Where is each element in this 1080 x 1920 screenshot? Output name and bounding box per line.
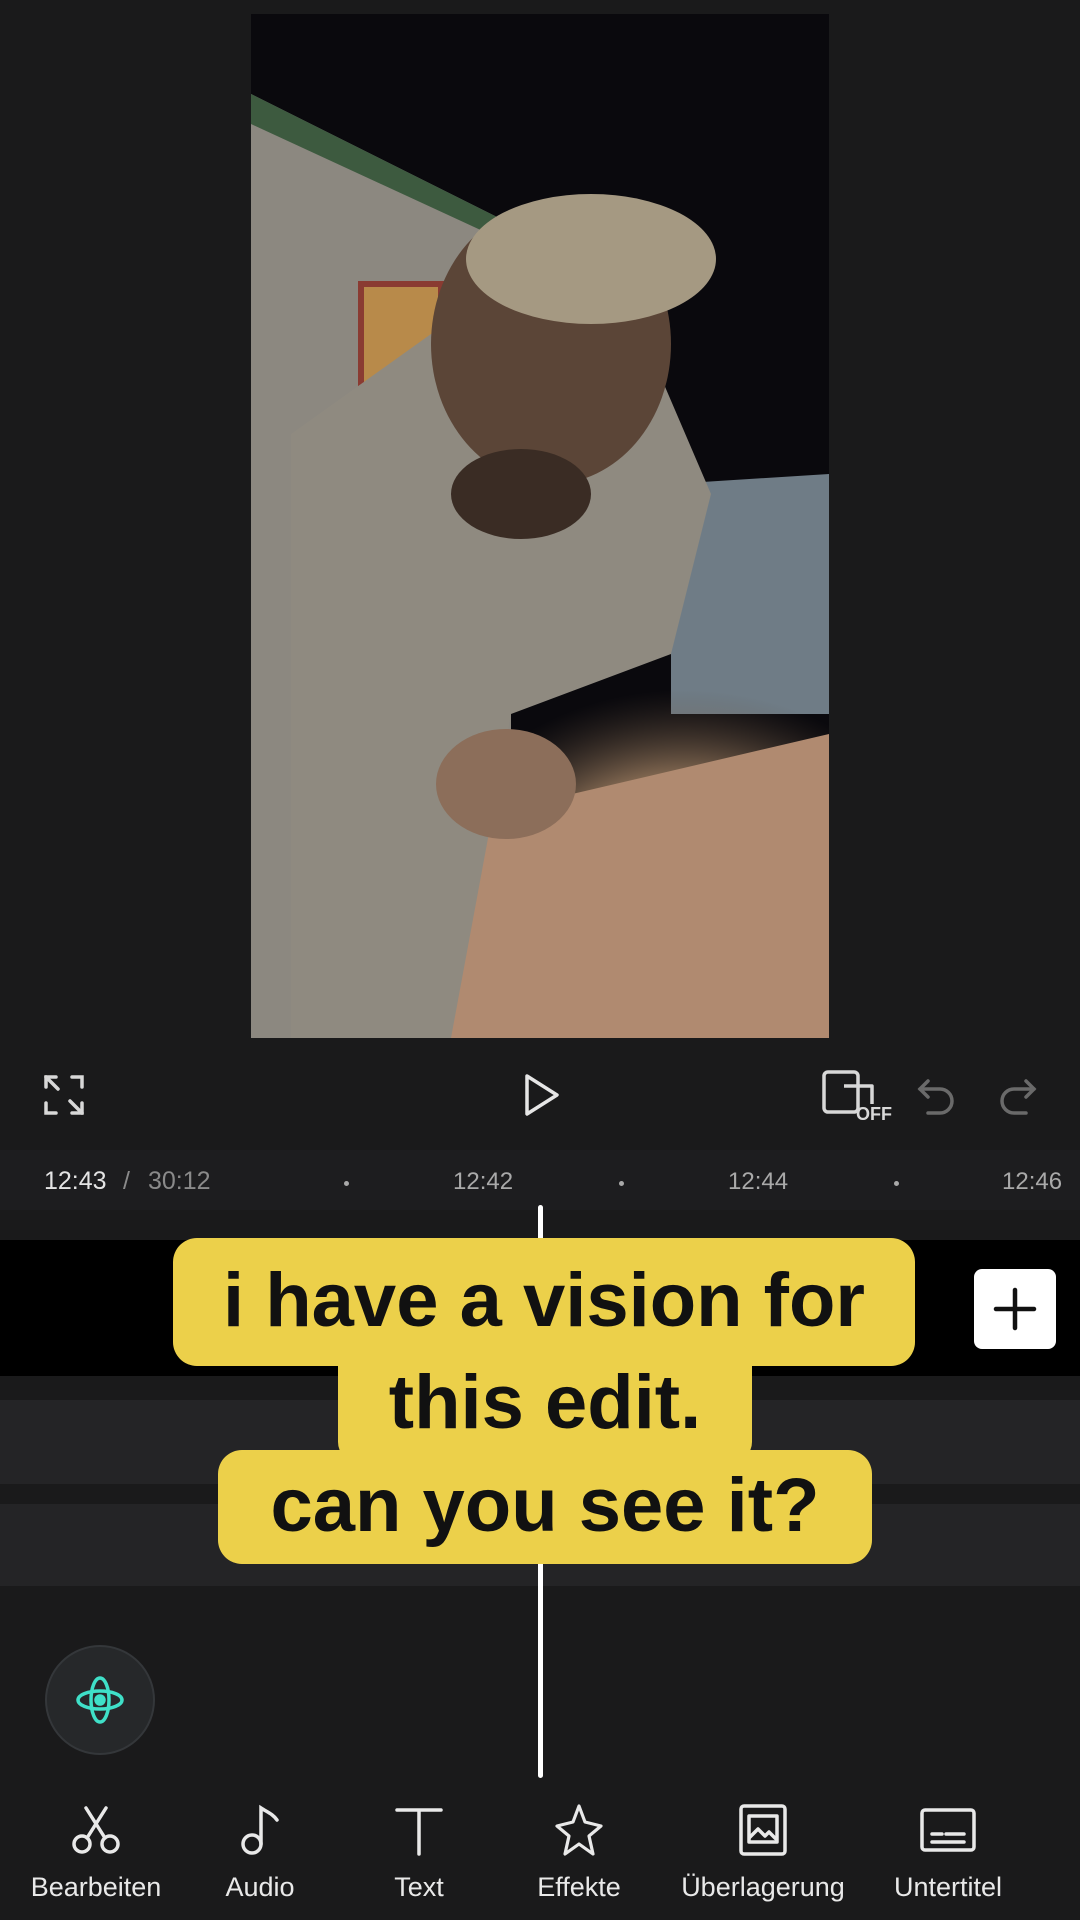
video-frame-image [251, 14, 829, 1038]
tool-audio[interactable]: Audio [170, 1800, 350, 1903]
bottom-toolbar: Bearbeiten Audio Text Effekte Überlageru… [0, 1800, 1080, 1920]
ruler-dot [894, 1181, 899, 1186]
subtitles-icon [920, 1808, 976, 1852]
fullscreen-icon[interactable] [34, 1065, 94, 1125]
ruler-tick-label: 12:42 [453, 1168, 514, 1195]
plus-icon [993, 1287, 1037, 1331]
pip-off-icon[interactable]: OFF [820, 1066, 892, 1126]
tool-ueberlagerung[interactable]: Überlagerung [673, 1800, 853, 1903]
timeline-ruler[interactable]: 12:43 / 30:12 12:42 12:44 12:46 [0, 1150, 1080, 1210]
sparkle-star-icon [555, 1804, 603, 1856]
redo-icon[interactable] [988, 1065, 1048, 1125]
tool-label: Text [394, 1872, 444, 1902]
tool-text[interactable]: Text [329, 1800, 509, 1903]
pip-off-badge: OFF [856, 1104, 892, 1124]
tool-label: Untertitel [893, 1872, 1003, 1902]
total-duration: 30:12 [148, 1167, 211, 1195]
overlay-image-icon [739, 1804, 787, 1856]
undo-icon[interactable] [906, 1065, 966, 1125]
video-preview[interactable] [251, 14, 829, 1038]
tool-label: Überlagerung [681, 1872, 845, 1902]
text-icon [395, 1808, 443, 1856]
ruler-tick-label: 12:44 [728, 1168, 789, 1195]
ai-assistant-button[interactable] [45, 1645, 155, 1755]
time-separator: / [123, 1167, 130, 1195]
tool-effekte[interactable]: Effekte [489, 1800, 669, 1903]
tool-label: Audio [225, 1872, 295, 1902]
ruler-tick-label: 12:46 [1002, 1168, 1063, 1195]
tool-untertitel[interactable]: Untertitel [858, 1800, 1038, 1903]
play-icon[interactable] [511, 1065, 571, 1125]
playhead[interactable] [538, 1205, 543, 1778]
scissors-icon [72, 1806, 120, 1854]
ruler-dot [344, 1181, 349, 1186]
current-time: 12:43 [44, 1167, 107, 1195]
ruler-dot [619, 1181, 624, 1186]
ai-assistant-icon [76, 1676, 124, 1724]
tool-label: Bearbeiten [30, 1872, 162, 1902]
music-note-icon [241, 1804, 279, 1855]
tool-bearbeiten[interactable]: Bearbeiten [6, 1800, 186, 1903]
tool-label: Effekte [537, 1872, 621, 1902]
add-clip-button[interactable] [974, 1269, 1056, 1349]
